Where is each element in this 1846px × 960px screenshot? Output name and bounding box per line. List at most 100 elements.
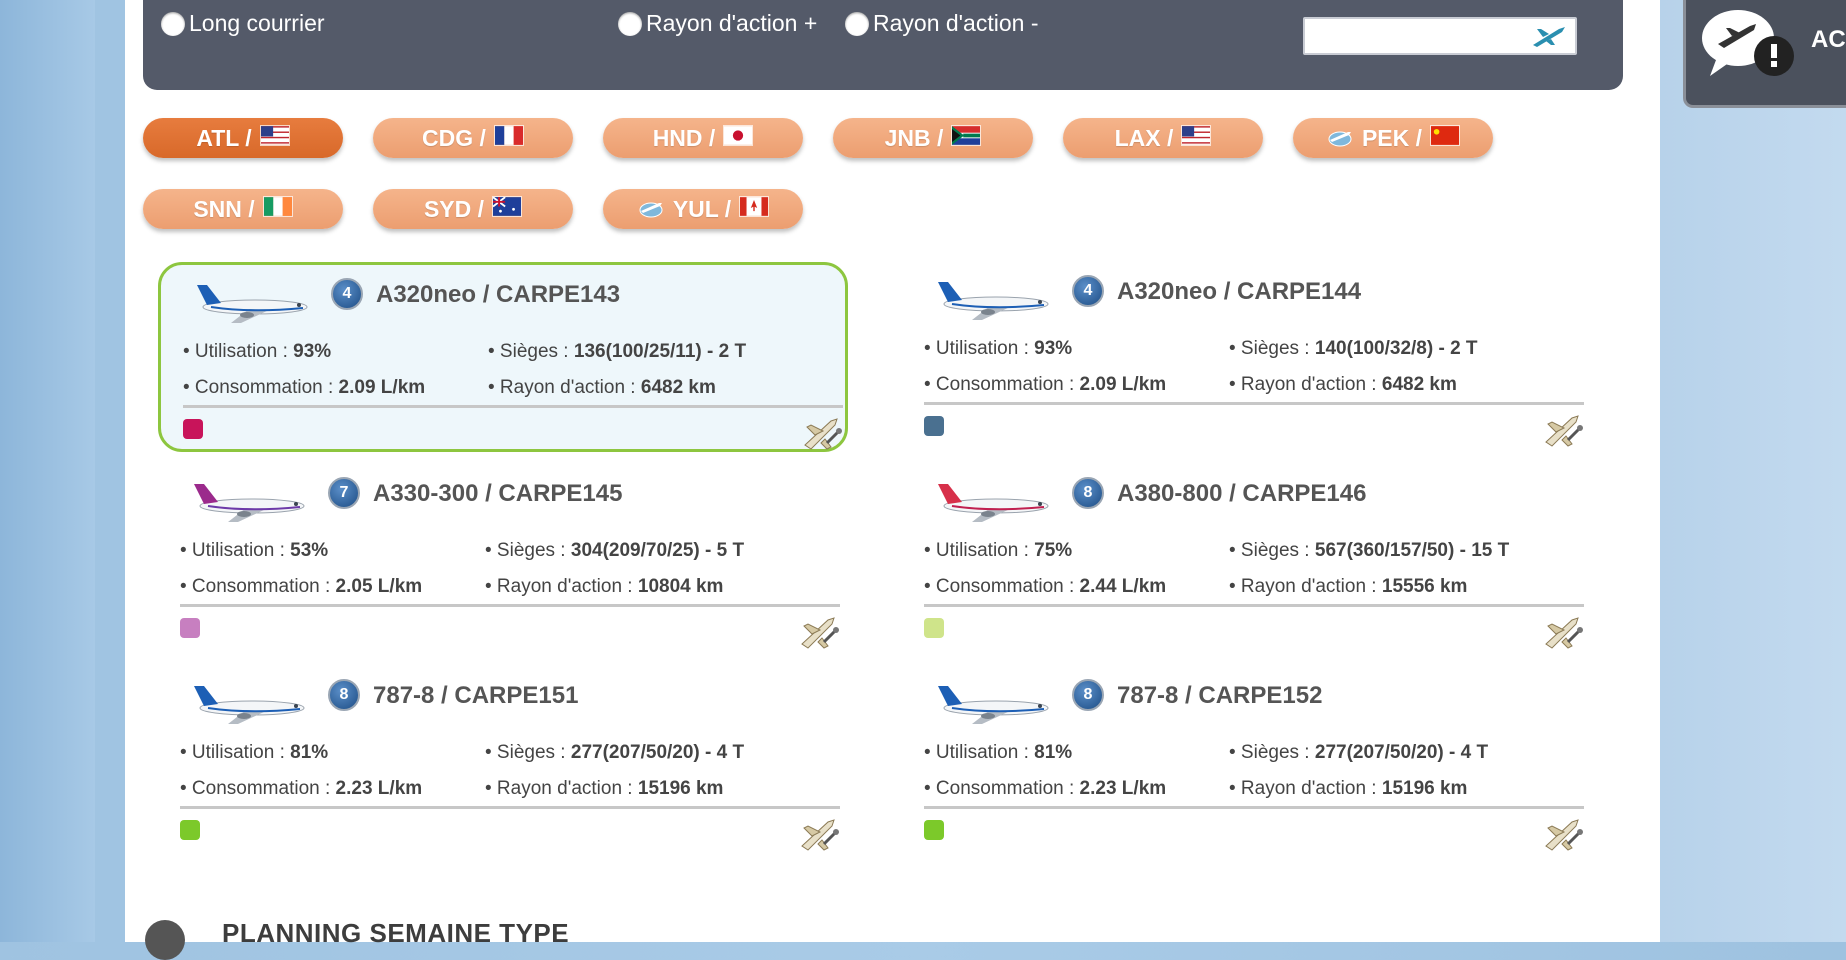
radio-rayon-plus[interactable]: Rayon d'action + [618,10,817,37]
stat-consommation: • Consommation : 2.09 L/km [924,374,1167,395]
stat-utilisation: • Utilisation : 81% [180,742,329,763]
airport-tab-snn[interactable]: SNN / [143,189,343,229]
flag-icon [951,124,982,152]
airport-code: HND / [652,124,716,151]
aircraft-count-badge: 8 [328,679,360,711]
airport-code: PEK / [1361,124,1423,151]
stat-consommation: • Consommation : 2.23 L/km [924,778,1167,799]
card-divider [924,402,1584,405]
airport-code: YUL / [672,195,732,222]
search-input[interactable] [1309,21,1533,53]
radio-label: Rayon d'action + [646,10,818,36]
aircraft-count-badge: 4 [331,278,363,310]
plane-tools-icon[interactable] [798,814,840,852]
airport-code: CDG / [422,124,486,151]
card-divider [924,604,1584,607]
notification-panel[interactable]: ACC [1683,0,1846,108]
stat-consommation: • Consommation : 2.09 L/km [183,377,426,398]
color-swatch[interactable] [180,618,200,638]
aircraft-title: A320neo / CARPE143 [376,281,621,308]
aircraft-title: 787-8 / CARPE152 [1117,682,1323,709]
stat-consommation: • Consommation : 2.23 L/km [180,778,423,799]
stat-sieges: • Sièges : 304(209/70/25) - 5 T [485,540,745,561]
flag-icon [739,195,770,223]
radio-label: Long courrier [189,10,325,36]
aircraft-image [938,686,1049,724]
stat-sieges: • Sièges : 277(207/50/20) - 4 T [485,742,745,763]
aircraft-card[interactable]: 4 A320neo / CARPE143 • Utilisation : 93% • … [158,262,848,452]
airport-tab-hnd[interactable]: HND / [603,118,803,158]
stat-rayon: • Rayon d'action : 6482 km [488,377,716,398]
page-background-left [0,0,95,942]
airport-code: ATL / [196,124,252,151]
aircraft-title: A320neo / CARPE144 [1117,278,1362,305]
stat-rayon: • Rayon d'action : 10804 km [485,576,724,597]
aircraft-count-badge: 7 [328,477,360,509]
card-divider [180,604,840,607]
radio-label: Rayon d'action - [873,10,1039,36]
aircraft-card[interactable]: 8 787-8 / CARPE151 • Utilisation : 81% • Si… [158,666,848,856]
stat-rayon: • Rayon d'action : 15556 km [1229,576,1468,597]
aircraft-image [194,686,305,724]
stat-rayon: • Rayon d'action : 15196 km [1229,778,1468,799]
airport-code: JNB / [884,124,944,151]
plane-tools-icon[interactable] [1542,814,1584,852]
airport-tab-syd[interactable]: SYD / [373,189,573,229]
stat-utilisation: • Utilisation : 93% [183,341,332,362]
card-divider [924,806,1584,809]
aircraft-image [194,484,305,522]
stat-utilisation: • Utilisation : 81% [924,742,1073,763]
aircraft-title: 787-8 / CARPE151 [373,682,579,709]
color-swatch[interactable] [183,419,203,439]
aircraft-card[interactable]: 7 A330-300 / CARPE145 • Utilisation : 53% •… [158,464,848,654]
flag-icon [493,124,524,152]
search-field[interactable] [1303,17,1577,55]
aircraft-card[interactable]: 8 787-8 / CARPE152 • Utilisation : 81% • Si… [902,666,1592,856]
color-swatch[interactable] [180,820,200,840]
airport-tab-yul[interactable]: YUL / [603,189,803,229]
card-divider [180,806,840,809]
plane-tools-icon[interactable] [1542,612,1584,650]
airport-tab-jnb[interactable]: JNB / [833,118,1033,158]
plane-tools-icon[interactable] [1542,410,1584,448]
stat-sieges: • Sièges : 567(360/157/50) - 15 T [1229,540,1510,561]
airport-code: LAX / [1114,124,1174,151]
color-swatch[interactable] [924,820,944,840]
aircraft-image [197,285,308,323]
flag-icon [492,195,523,223]
globe-plane-icon [1328,131,1352,147]
filter-panel: Long courrier Rayon d'action + Rayon d'a… [143,0,1623,90]
card-divider [183,405,843,408]
radio-button[interactable] [161,11,185,36]
chat-alert-icon [1702,10,1794,76]
color-swatch[interactable] [924,416,944,436]
aircraft-card[interactable]: 8 A380-800 / CARPE146 • Utilisation : 75% •… [902,464,1592,654]
aircraft-count-badge: 4 [1072,275,1104,307]
plane-tools-icon[interactable] [801,413,843,451]
radio-rayon-minus[interactable]: Rayon d'action - [845,10,1038,37]
stat-rayon: • Rayon d'action : 15196 km [485,778,724,799]
radio-button[interactable] [618,11,642,36]
airport-tab-lax[interactable]: LAX / [1063,118,1263,158]
plane-search-icon[interactable] [1529,23,1569,49]
flag-icon [259,124,290,152]
flag-icon [1430,124,1461,152]
aircraft-card[interactable]: 4 A320neo / CARPE144 • Utilisation : 93% • … [902,262,1592,452]
plane-tools-icon[interactable] [798,612,840,650]
flag-icon [262,195,293,223]
color-swatch[interactable] [924,618,944,638]
aircraft-title: A380-800 / CARPE146 [1117,480,1367,507]
stat-utilisation: • Utilisation : 75% [924,540,1073,561]
page-background-right [1660,0,1846,942]
airport-tab-cdg[interactable]: CDG / [373,118,573,158]
airport-tab-pek[interactable]: PEK / [1293,118,1493,158]
stat-utilisation: • Utilisation : 53% [180,540,329,561]
airport-tab-atl[interactable]: ATL / [143,118,343,158]
stat-sieges: • Sièges : 277(207/50/20) - 4 T [1229,742,1489,763]
radio-long-courrier[interactable]: Long courrier [161,10,325,37]
radio-button[interactable] [845,11,869,36]
stat-utilisation: • Utilisation : 93% [924,338,1073,359]
stat-consommation: • Consommation : 2.44 L/km [924,576,1167,597]
stat-sieges: • Sièges : 140(100/32/8) - 2 T [1229,338,1478,359]
aircraft-count-badge: 8 [1072,477,1104,509]
